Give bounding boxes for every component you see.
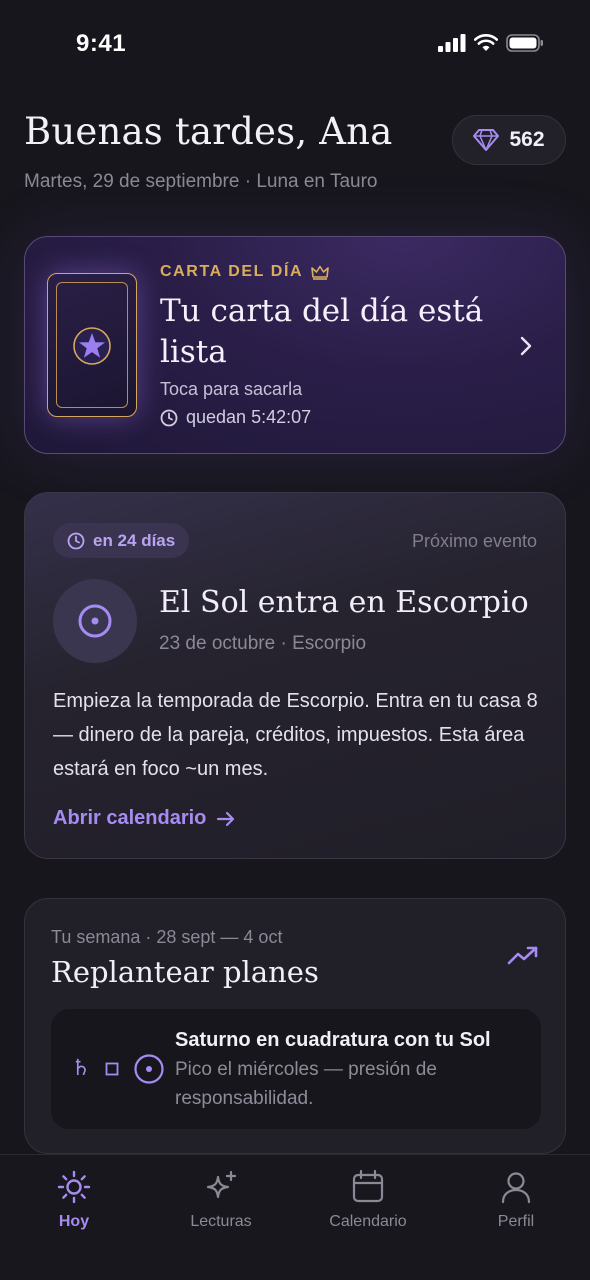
daily-card-subtitle: Toca para sacarla	[160, 379, 303, 399]
status-icons	[438, 34, 544, 52]
open-calendar-link[interactable]: Abrir calendario	[53, 807, 236, 830]
open-calendar-link-text[interactable]: Abrir calendario	[53, 807, 206, 830]
diamond-icon	[473, 129, 500, 151]
event-description: Empieza la temporada de Escorpio. Entra …	[53, 690, 538, 780]
saturn-icon: ♄	[71, 1056, 91, 1081]
user-icon	[501, 1172, 531, 1204]
event-title: El Sol entra en Escorpio	[159, 585, 529, 620]
crown-icon	[311, 265, 329, 280]
star-emblem-icon	[73, 327, 111, 365]
next-event-card[interactable]: en 24 días Próximo evento El Sol entra e…	[24, 492, 566, 859]
transit-description: Pico el miércoles — presión de responsab…	[175, 1059, 437, 1109]
status-time: 9:41	[76, 30, 127, 57]
sun-symbol-avatar	[53, 579, 137, 663]
daily-card-title: Tu carta del día está lista	[160, 293, 484, 370]
sun-icon	[57, 1170, 91, 1204]
greeting-title: Buenas tardes, Ana	[24, 110, 393, 153]
tab-calendario-label: Calendario	[329, 1213, 407, 1230]
tab-perfil-label: Perfil	[497, 1213, 535, 1230]
transit-item[interactable]: ♄ Saturno en cuadratura con tu Sol Pico …	[51, 1009, 541, 1129]
status-bar: 9:41	[0, 0, 590, 90]
tarot-card-image	[47, 273, 137, 417]
trending-up-icon	[507, 946, 538, 965]
tab-calendario[interactable]: Calendario	[308, 1169, 428, 1231]
tab-hoy-label: Hoy	[58, 1213, 90, 1230]
event-countdown-badge: en 24 días	[53, 523, 190, 558]
date-line: Martes, 29 de septiembre · Luna en Tauro	[24, 171, 378, 192]
sun-symbol-icon	[134, 1054, 164, 1084]
daily-card-kicker-text: CARTA DEL DÍA	[160, 263, 304, 280]
daily-card-timer-text: quedan 5:42:07	[186, 407, 312, 427]
sun-symbol-icon	[78, 604, 112, 638]
square-aspect-icon	[105, 1062, 119, 1076]
tab-lecturas[interactable]: Lecturas	[161, 1169, 281, 1231]
week-range: Tu semana · 28 sept — 4 oct	[51, 927, 283, 947]
event-kind-label: Próximo evento	[411, 531, 537, 551]
battery-icon	[506, 34, 543, 52]
gems-count: 562	[509, 128, 545, 151]
daily-card-banner[interactable]: CARTA DEL DÍA Tu carta del día está list…	[24, 236, 566, 454]
bottom-tab-bar: Hoy Lecturas Calendario Perfil	[0, 1154, 590, 1280]
clock-icon	[67, 532, 85, 549]
transit-symbols: ♄	[71, 1053, 165, 1085]
transit-title: Saturno en cuadratura con tu Sol	[175, 1029, 491, 1051]
wifi-icon	[474, 34, 498, 51]
event-meta: 23 de octubre · Escorpio	[159, 633, 367, 654]
chevron-right-icon	[520, 336, 532, 356]
week-forecast-card[interactable]: Tu semana · 28 sept — 4 oct Replantear p…	[24, 898, 566, 1154]
daily-card-kicker: CARTA DEL DÍA	[160, 263, 329, 281]
arrow-right-icon	[217, 811, 235, 826]
tab-perfil[interactable]: Perfil	[456, 1169, 576, 1231]
week-title: Replantear planes	[51, 955, 319, 989]
daily-card-timer: quedan 5:42:07	[160, 407, 311, 428]
calendar-icon	[352, 1169, 384, 1203]
sparkle-icon	[206, 1170, 237, 1199]
signal-icon	[438, 34, 466, 52]
tab-lecturas-label: Lecturas	[190, 1213, 252, 1230]
clock-icon	[160, 409, 178, 426]
event-countdown-text: en 24 días	[93, 530, 176, 550]
gems-balance-button[interactable]: 562	[452, 115, 566, 165]
tab-hoy[interactable]: Hoy	[14, 1169, 134, 1231]
